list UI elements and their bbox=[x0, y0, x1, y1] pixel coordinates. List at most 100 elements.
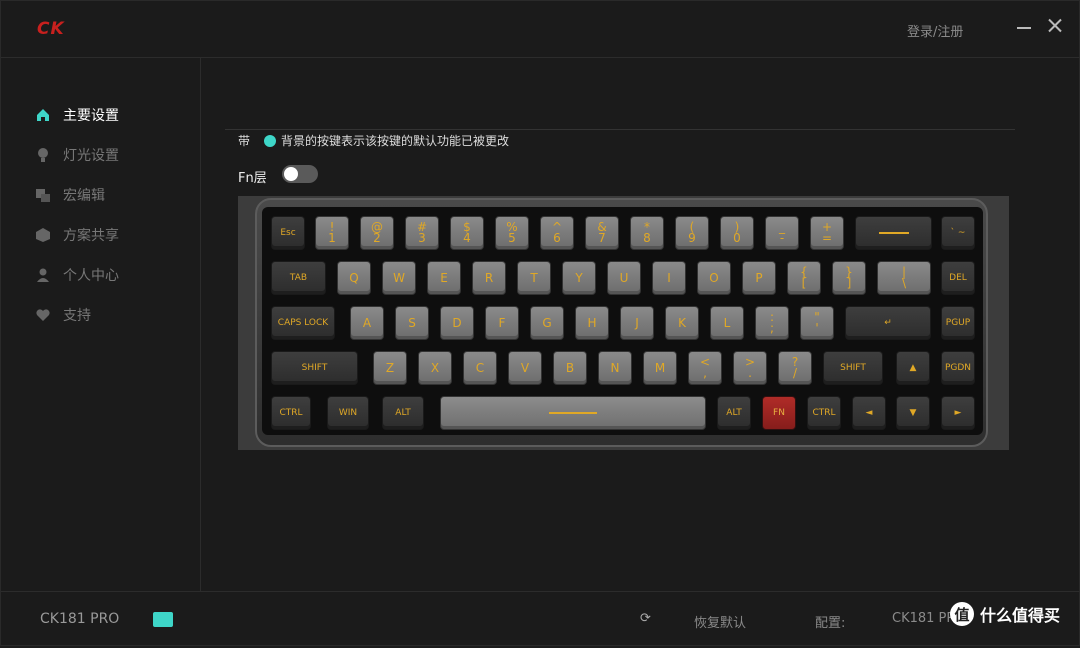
sidebar-item-profile[interactable]: 个人中心 bbox=[35, 264, 119, 286]
restore-default-button[interactable]: 恢复默认 bbox=[694, 612, 746, 631]
key-space[interactable] bbox=[440, 396, 706, 430]
login-register-link[interactable]: 登录/注册 bbox=[907, 21, 963, 40]
keyboard-key[interactable]: ! 1 bbox=[315, 216, 349, 250]
fn-layer-toggle[interactable] bbox=[282, 165, 318, 183]
keyboard-key[interactable]: @2 bbox=[360, 216, 394, 250]
sidebar-item-label: 方案共享 bbox=[63, 228, 119, 244]
keyboard-key[interactable]: CAPS LOCK bbox=[271, 306, 335, 340]
keyboard-key[interactable]: ^ 6 bbox=[540, 216, 574, 250]
keyboard-key[interactable]: M bbox=[643, 351, 677, 385]
keyboard-key[interactable]: | \ bbox=[877, 261, 931, 295]
keyboard-key[interactable]: {[ bbox=[787, 261, 821, 295]
keyboard-key[interactable]: D bbox=[440, 306, 474, 340]
keyboard-key[interactable]: G bbox=[530, 306, 564, 340]
keyboard-key[interactable]: U bbox=[607, 261, 641, 295]
keyboard-key[interactable]: ▼ bbox=[896, 396, 930, 430]
keyboard-key[interactable]: TAB bbox=[271, 261, 326, 295]
keyboard-key[interactable]: <, bbox=[688, 351, 722, 385]
minimize-icon[interactable] bbox=[1017, 27, 1031, 29]
keyboard-icon[interactable] bbox=[153, 612, 173, 627]
keyboard-key[interactable]: T bbox=[517, 261, 551, 295]
keyboard-key[interactable]: ↵ bbox=[845, 306, 931, 340]
sidebar-item-support[interactable]: 支持 bbox=[35, 304, 91, 326]
keyboard-key[interactable]: Y bbox=[562, 261, 596, 295]
keyboard-key[interactable]: L bbox=[710, 306, 744, 340]
keyboard-key[interactable]: DEL bbox=[941, 261, 975, 295]
keyboard-key[interactable]: $4 bbox=[450, 216, 484, 250]
keyboard-key[interactable]: S bbox=[395, 306, 429, 340]
keyboard-key[interactable]: Z bbox=[373, 351, 407, 385]
keyboard-key[interactable]: % 5 bbox=[495, 216, 529, 250]
keyboard-key[interactable]: F bbox=[485, 306, 519, 340]
keyboard-key[interactable]: + = bbox=[810, 216, 844, 250]
key-backspace[interactable] bbox=[855, 216, 932, 250]
keyboard-key[interactable]: Q bbox=[337, 261, 371, 295]
keyboard-key[interactable]: ▲ bbox=[896, 351, 930, 385]
device-name: CK181 PRO bbox=[40, 611, 120, 627]
keyboard-key[interactable]: H bbox=[575, 306, 609, 340]
keyboard-key[interactable]: I bbox=[652, 261, 686, 295]
keyboard-key[interactable]: R bbox=[472, 261, 506, 295]
keyboard-key[interactable]: SHIFT bbox=[823, 351, 883, 385]
keyboard-key[interactable]: A bbox=[350, 306, 384, 340]
keyboard-key[interactable]: & 7 bbox=[585, 216, 619, 250]
keyboard-key[interactable]: J bbox=[620, 306, 654, 340]
key-sublabel: 8 bbox=[643, 231, 651, 245]
key-label: V bbox=[520, 360, 530, 375]
keyboard-key[interactable]: W bbox=[382, 261, 416, 295]
keyboard-key[interactable]: ALT bbox=[717, 396, 751, 430]
sidebar-item-share[interactable]: 方案共享 bbox=[35, 224, 119, 246]
sidebar-item-label: 灯光设置 bbox=[63, 148, 119, 164]
refresh-icon[interactable]: ⟳ bbox=[640, 612, 654, 626]
keyboard-key[interactable]: PGDN bbox=[941, 351, 975, 385]
keyboard-key[interactable]: B bbox=[553, 351, 587, 385]
keyboard-key[interactable]: >. bbox=[733, 351, 767, 385]
keyboard-key[interactable]: }] bbox=[832, 261, 866, 295]
keyboard-key[interactable]: FN bbox=[762, 396, 796, 430]
key-sublabel: 9 bbox=[688, 231, 696, 245]
key-label: D bbox=[452, 315, 462, 330]
keyboard-key[interactable]: ) 0 bbox=[720, 216, 754, 250]
key-sublabel: \ bbox=[901, 276, 907, 290]
keyboard-key[interactable]: P bbox=[742, 261, 776, 295]
keyboard-key[interactable]: #3 bbox=[405, 216, 439, 250]
sidebar-item-main-settings[interactable]: 主要设置 bbox=[35, 104, 119, 126]
keyboard-key[interactable]: ◄ bbox=[852, 396, 886, 430]
sidebar-item-lighting[interactable]: 灯光设置 bbox=[35, 144, 119, 166]
key-label: ALT bbox=[726, 407, 742, 418]
keyboard-preview: Esc ! 1 @2 #3 $4 % 5 ^ 6 & 7 * 8 (9 ) 0 _ - + = ` ~ TAB Q W E R T Y U… bbox=[238, 196, 1009, 450]
keyboard-key[interactable]: V bbox=[508, 351, 542, 385]
keyboard-key[interactable]: CTRL bbox=[271, 396, 311, 430]
key-label: WIN bbox=[338, 407, 358, 418]
keyboard-key[interactable]: ? / bbox=[778, 351, 812, 385]
keyboard-key[interactable]: SHIFT bbox=[271, 351, 358, 385]
keyboard-key[interactable]: * 8 bbox=[630, 216, 664, 250]
keyboard-key[interactable]: PGUP bbox=[941, 306, 975, 340]
keyboard-key[interactable]: ► bbox=[941, 396, 975, 430]
key-label: E bbox=[440, 270, 448, 285]
keyboard-key[interactable]: N bbox=[598, 351, 632, 385]
sidebar-item-macro[interactable]: 宏编辑 bbox=[35, 184, 105, 206]
keyboard-key[interactable]: " ' bbox=[800, 306, 834, 340]
keyboard-key[interactable]: E bbox=[427, 261, 461, 295]
legend: 带 背景的按键表示该按键的默认功能已被更改 bbox=[238, 132, 509, 149]
key-sublabel: 3 bbox=[418, 231, 426, 245]
keyboard-key[interactable]: (9 bbox=[675, 216, 709, 250]
title-bar: CK 登录/注册 bbox=[1, 1, 1080, 58]
keyboard-key[interactable]: C bbox=[463, 351, 497, 385]
keyboard-key[interactable]: O bbox=[697, 261, 731, 295]
keyboard-key[interactable]: Esc bbox=[271, 216, 305, 250]
keyboard-key[interactable]: ALT bbox=[382, 396, 424, 430]
keyboard-key[interactable]: WIN bbox=[327, 396, 369, 430]
keyboard-key[interactable]: K bbox=[665, 306, 699, 340]
key-label: B bbox=[565, 360, 575, 375]
key-label: R bbox=[484, 270, 494, 285]
keyboard-key[interactable]: _ - bbox=[765, 216, 799, 250]
close-icon[interactable] bbox=[1047, 17, 1063, 33]
keyboard-key[interactable]: X bbox=[418, 351, 452, 385]
key-label: H bbox=[587, 315, 597, 330]
keyboard-key[interactable]: ` ~ bbox=[941, 216, 975, 250]
key-label: CTRL bbox=[279, 407, 303, 418]
keyboard-key[interactable]: CTRL bbox=[807, 396, 841, 430]
keyboard-key[interactable]: :; bbox=[755, 306, 789, 340]
